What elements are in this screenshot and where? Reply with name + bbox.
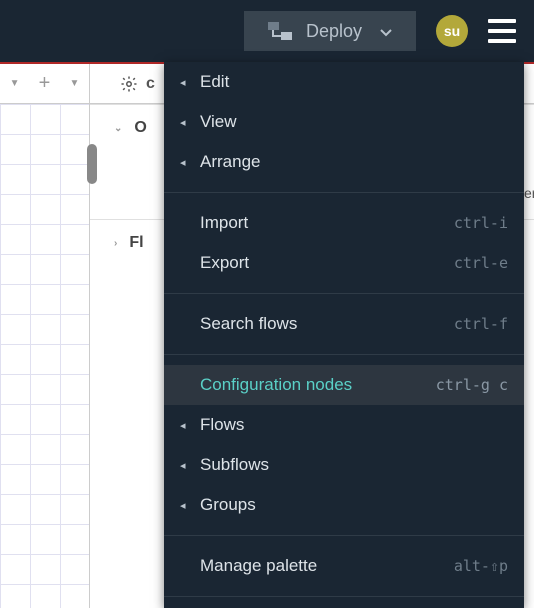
menu-item-groups[interactable]: ◂ Groups [164, 485, 524, 525]
config-label-fragment: c [146, 75, 155, 93]
chevron-right-icon: › [114, 238, 117, 249]
menu-label: Manage palette [200, 556, 454, 576]
menu-label: Search flows [200, 314, 454, 334]
flow-canvas[interactable] [0, 104, 90, 608]
caret-left-icon: ◂ [180, 156, 200, 169]
deploy-button[interactable]: Deploy [244, 11, 416, 51]
menu-label: Arrange [200, 152, 508, 172]
menu-shortcut: alt-⇧p [454, 557, 508, 575]
plus-icon[interactable]: + [39, 72, 51, 95]
menu-separator [164, 596, 524, 597]
caret-down-icon[interactable]: ▼ [69, 78, 79, 89]
menu-shortcut: ctrl-f [454, 315, 508, 333]
menu-item-flows[interactable]: ◂ Flows [164, 405, 524, 445]
caret-left-icon: ◂ [180, 499, 200, 512]
menu-label: Import [200, 213, 454, 233]
menu-shortcut: ctrl-e [454, 254, 508, 272]
menu-shortcut: ctrl-i [454, 214, 508, 232]
menu-label: Export [200, 253, 454, 273]
menu-label: Groups [200, 495, 508, 515]
hamburger-icon[interactable] [488, 19, 516, 43]
menu-separator [164, 535, 524, 536]
caret-left-icon: ◂ [180, 459, 200, 472]
deploy-label: Deploy [306, 21, 362, 42]
menu-separator [164, 192, 524, 193]
app-header: Deploy su [0, 0, 534, 62]
menu-label: Configuration nodes [200, 375, 436, 395]
scrollbar-thumb[interactable] [87, 144, 97, 184]
menu-item-subflows[interactable]: ◂ Subflows [164, 445, 524, 485]
menu-shortcut: ctrl-g c [436, 376, 508, 394]
menu-label: View [200, 112, 508, 132]
menu-item-search-flows[interactable]: Search flows ctrl-f [164, 304, 524, 344]
section-label-fragment: Fl [129, 234, 143, 252]
chevron-down-icon: ⌄ [114, 123, 122, 134]
avatar[interactable]: su [436, 15, 468, 47]
caret-down-icon[interactable]: ▼ [10, 78, 20, 89]
menu-item-configuration-nodes[interactable]: Configuration nodes ctrl-g c [164, 365, 524, 405]
menu-label: Edit [200, 72, 508, 92]
caret-left-icon: ◂ [180, 76, 200, 89]
tabs-toolbar: ▼ + ▼ [0, 64, 90, 104]
menu-item-manage-palette[interactable]: Manage palette alt-⇧p [164, 546, 524, 586]
menu-label: Flows [200, 415, 508, 435]
menu-label: Subflows [200, 455, 508, 475]
caret-left-icon: ◂ [180, 116, 200, 129]
menu-separator [164, 293, 524, 294]
gear-icon [120, 75, 138, 93]
menu-item-arrange[interactable]: ◂ Arrange [164, 142, 524, 182]
section-label-fragment: O [134, 119, 146, 137]
caret-down-icon [380, 21, 392, 42]
menu-item-edit[interactable]: ◂ Edit [164, 62, 524, 102]
menu-item-export[interactable]: Export ctrl-e [164, 243, 524, 283]
menu-item-view[interactable]: ◂ View [164, 102, 524, 142]
main-menu: ◂ Edit ◂ View ◂ Arrange Import ctrl-i Ex… [164, 62, 524, 608]
text-fragment: er [524, 185, 534, 201]
caret-left-icon: ◂ [180, 419, 200, 432]
menu-item-import[interactable]: Import ctrl-i [164, 203, 524, 243]
menu-separator [164, 354, 524, 355]
avatar-initials: su [444, 23, 460, 39]
deploy-icon [268, 22, 292, 40]
